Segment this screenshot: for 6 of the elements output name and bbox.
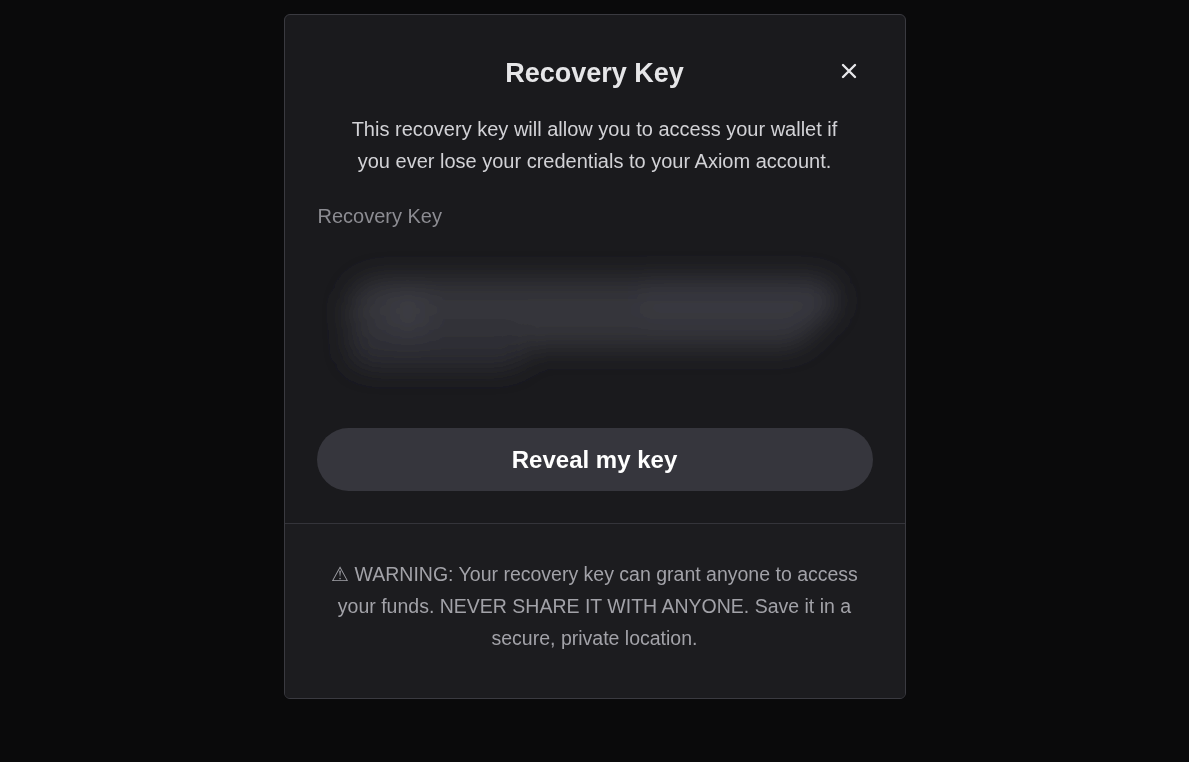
- warning-text: ⚠ WARNING: Your recovery key can grant anyone to access your funds. NEVER SHARE IT WITH ANYONE. Save it in a secure, private location.: [330, 562, 859, 651]
- dialog-title: Recovery Key: [505, 57, 684, 89]
- reveal-button[interactable]: Reveal my key: [316, 428, 873, 491]
- description-text: This recovery key will allow you to access your wallet if you ever lose your credentials to your Axiom account.: [350, 117, 839, 174]
- close-icon[interactable]: [840, 63, 857, 79]
- field-label: Recovery Key: [317, 205, 442, 228]
